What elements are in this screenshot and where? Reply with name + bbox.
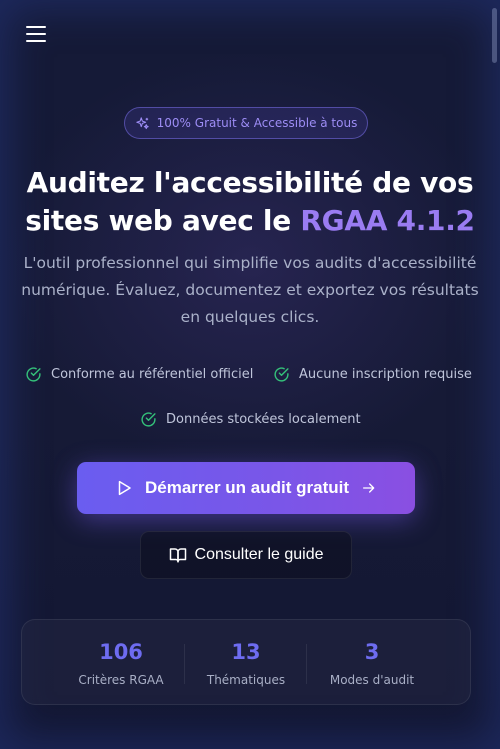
hamburger-menu-icon[interactable]: [26, 26, 46, 44]
hero-description: L'outil professionnel qui simplifie vos …: [21, 254, 479, 326]
start-audit-button[interactable]: Démarrer un audit gratuit: [77, 462, 415, 514]
stat-value: 13: [231, 640, 261, 664]
sparkles-icon: [135, 116, 149, 129]
book-open-icon: [169, 548, 186, 563]
stat-themes: 13 Thématiques: [186, 639, 306, 687]
badge-label: 100% Gratuit & Accessible à tous: [156, 116, 358, 130]
guide-button[interactable]: Consulter le guide: [140, 531, 352, 579]
stat-divider: [306, 644, 307, 684]
arrow-right-icon: [363, 483, 375, 493]
stat-criteria: 106 Critères RGAA: [61, 639, 181, 687]
feature-item: Données stockées localement: [140, 411, 361, 428]
stat-value: 3: [364, 640, 380, 664]
app-frame: 100% Gratuit & Accessible à tous Auditez…: [0, 0, 500, 749]
check-circle-icon: [274, 367, 289, 382]
feature-label: Conforme au référentiel officiel: [51, 367, 254, 382]
feature-item: Aucune inscription requise: [273, 366, 472, 383]
stat-label: Modes d'audit: [329, 673, 415, 687]
stats-panel: 106 Critères RGAA 13 Thématiques 3 Modes…: [21, 619, 471, 705]
feature-item: Conforme au référentiel officiel: [25, 366, 253, 383]
stat-value: 106: [99, 640, 143, 664]
free-accessible-badge: 100% Gratuit & Accessible à tous: [124, 107, 368, 139]
scrollbar[interactable]: [492, 8, 497, 63]
feature-label: Aucune inscription requise: [299, 367, 472, 382]
stat-divider: [184, 644, 185, 684]
guide-label: Consulter le guide: [194, 546, 324, 563]
stat-label: Thématiques: [206, 673, 286, 687]
feature-label: Données stockées localement: [166, 412, 361, 427]
start-audit-label: Démarrer un audit gratuit: [144, 478, 350, 497]
title-accent: RGAA 4.1.2: [300, 204, 475, 237]
stat-modes: 3 Modes d'audit: [312, 639, 432, 687]
play-icon: [118, 480, 131, 496]
check-circle-icon: [141, 412, 156, 427]
page-title: Auditez l'accessibilité de vos sites web…: [10, 164, 490, 240]
top-bar: [0, 0, 500, 74]
stat-label: Critères RGAA: [78, 673, 164, 687]
check-circle-icon: [26, 367, 41, 382]
